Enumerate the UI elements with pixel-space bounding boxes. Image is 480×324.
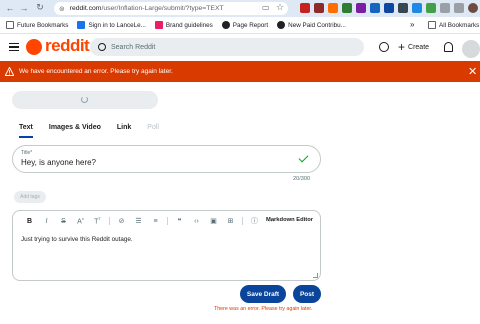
extension-icon[interactable] xyxy=(426,3,436,13)
extension-icon[interactable] xyxy=(328,3,338,13)
title-counter: 20/300 xyxy=(293,176,311,182)
error-banner: We have encountered an error. Please try… xyxy=(0,61,480,82)
bold-icon[interactable]: B xyxy=(21,218,38,225)
folder-icon xyxy=(428,21,436,29)
italic-icon[interactable]: I xyxy=(38,218,55,225)
menu-icon[interactable] xyxy=(9,43,19,53)
forward-arrow-icon[interactable]: → xyxy=(18,3,30,13)
post-button[interactable]: Post xyxy=(293,285,321,303)
install-icon[interactable]: ▭ xyxy=(262,3,270,12)
superscript-icon[interactable]: Ax xyxy=(72,216,89,225)
heading-icon[interactable]: TT xyxy=(89,216,106,225)
extension-icon[interactable] xyxy=(412,3,422,13)
checkmark-icon xyxy=(298,152,309,163)
body-text[interactable]: Just trying to survive this Reddit outag… xyxy=(21,236,133,243)
toolbar-divider xyxy=(109,217,110,225)
tab-poll: Poll xyxy=(147,124,159,131)
sidebar-icon[interactable] xyxy=(454,3,464,13)
extension-icon[interactable] xyxy=(356,3,366,13)
chat-icon[interactable] xyxy=(379,42,389,52)
bookmark-page-report[interactable]: Page Report xyxy=(221,21,269,29)
bookmarks-overflow[interactable]: » xyxy=(410,20,414,29)
bookmark-label: Sign in to LanceLe... xyxy=(88,21,146,29)
browser-toolbar: ← → ↻ ⊜ reddit.com/user/Inflation-Large/… xyxy=(0,0,480,17)
tab-images-video[interactable]: Images & Video xyxy=(49,124,101,131)
post-type-tabs: Text Images & Video Link Poll xyxy=(19,124,175,138)
table-icon[interactable]: ⊞ xyxy=(222,217,239,225)
extension-icon[interactable] xyxy=(384,3,394,13)
resize-handle-icon[interactable] xyxy=(313,273,318,278)
bookmarks-bar: Future Bookmarks Sign in to LanceLe... B… xyxy=(0,17,480,34)
page-icon xyxy=(154,21,163,29)
bookmark-lancele[interactable]: Sign in to LanceLe... xyxy=(77,21,146,29)
numbered-list-icon[interactable]: ≡ xyxy=(147,218,164,225)
bookmark-new-paid[interactable]: New Paid Contribu... xyxy=(277,21,346,29)
tab-text[interactable]: Text xyxy=(19,124,33,138)
all-bookmarks[interactable]: All Bookmarks xyxy=(428,21,479,29)
strikethrough-icon[interactable]: S xyxy=(55,218,72,225)
notification-bell-icon[interactable] xyxy=(444,42,453,52)
page-icon xyxy=(77,21,86,29)
avatar[interactable] xyxy=(462,40,480,58)
extension-icon[interactable] xyxy=(300,3,310,13)
markdown-editor-toggle[interactable]: Markdown Editor xyxy=(266,217,313,223)
extension-icon[interactable] xyxy=(398,3,408,13)
bookmark-label: Brand guidelines xyxy=(165,21,213,29)
extension-icon[interactable] xyxy=(314,3,324,13)
bulleted-list-icon[interactable]: ☰ xyxy=(130,217,147,225)
title-value[interactable]: Hey, is anyone here? xyxy=(21,158,96,167)
body-editor[interactable]: B I S Ax TT ⊘ ☰ ≡ ❝ ‹› ▣ ⊞ ⓘ ⋯ Markdown … xyxy=(12,210,321,281)
bookmark-future[interactable]: Future Bookmarks xyxy=(6,21,68,29)
address-bar[interactable]: ⊜ reddit.com/user/Inflation-Large/submit… xyxy=(54,2,288,15)
bookmark-label: Future Bookmarks xyxy=(17,21,69,29)
spoiler-icon[interactable]: ⓘ xyxy=(246,216,263,226)
page-icon xyxy=(221,21,230,29)
url-host: reddit.com xyxy=(69,5,102,12)
formatting-toolbar: B I S Ax TT ⊘ ☰ ≡ ❝ ‹› ▣ ⊞ ⓘ ⋯ xyxy=(21,216,280,226)
back-arrow-icon[interactable]: ← xyxy=(4,3,16,13)
warning-icon xyxy=(5,67,14,76)
tab-link[interactable]: Link xyxy=(117,124,131,131)
toolbar-divider xyxy=(167,217,168,225)
create-label: Create xyxy=(408,43,430,51)
all-bookmarks-label: All Bookmarks xyxy=(439,21,480,29)
loading-spinner-icon xyxy=(81,96,88,103)
toolbar-divider xyxy=(242,217,243,225)
error-message: There was an error. Please try again lat… xyxy=(214,306,313,312)
add-tags-button[interactable]: Add tags xyxy=(14,191,46,203)
extension-icon[interactable] xyxy=(370,3,380,13)
reddit-logo-text[interactable]: reddit xyxy=(45,36,90,56)
site-info-icon[interactable]: ⊜ xyxy=(59,5,65,13)
folder-icon xyxy=(6,21,14,29)
reddit-logo-icon[interactable] xyxy=(26,39,42,55)
create-button[interactable]: + Create xyxy=(398,40,429,54)
link-icon[interactable]: ⊘ xyxy=(113,217,130,225)
bookmark-label: New Paid Contribu... xyxy=(288,21,346,29)
page-icon xyxy=(277,21,286,29)
bookmark-star-icon[interactable]: ☆ xyxy=(276,2,284,13)
code-block-icon[interactable]: ▣ xyxy=(205,217,222,225)
puzzle-icon[interactable] xyxy=(440,3,450,13)
url-path: /user/Inflation-Large/submit/?type=TEXT xyxy=(101,5,224,12)
error-banner-message: We have encountered an error. Please try… xyxy=(19,68,173,75)
profile-icon[interactable] xyxy=(468,3,478,13)
bookmark-label: Page Report xyxy=(232,21,269,29)
title-field[interactable]: Title* Hey, is anyone here? xyxy=(12,145,321,173)
plus-icon: + xyxy=(398,40,406,54)
extensions-row xyxy=(300,3,478,13)
extension-icon[interactable] xyxy=(342,3,352,13)
quote-icon[interactable]: ❝ xyxy=(171,217,188,225)
title-label: Title* xyxy=(21,150,33,156)
search-placeholder: Search Reddit xyxy=(111,43,156,51)
close-icon[interactable]: ✕ xyxy=(468,65,477,78)
bookmark-brand-guidelines[interactable]: Brand guidelines xyxy=(154,21,213,29)
search-icon xyxy=(98,43,106,51)
search-input[interactable]: Search Reddit xyxy=(90,38,364,56)
reload-icon[interactable]: ↻ xyxy=(34,2,46,13)
save-draft-button[interactable]: Save Draft xyxy=(240,285,286,303)
code-icon[interactable]: ‹› xyxy=(188,218,205,225)
